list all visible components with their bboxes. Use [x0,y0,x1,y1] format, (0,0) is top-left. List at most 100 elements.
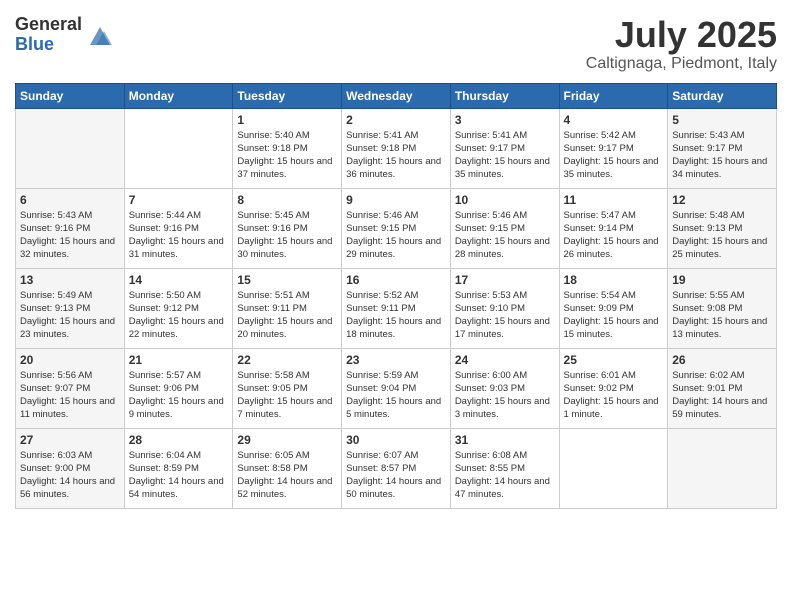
calendar-week-row: 27Sunrise: 6:03 AM Sunset: 9:00 PM Dayli… [16,428,777,508]
day-info: Sunrise: 5:52 AM Sunset: 9:11 PM Dayligh… [346,289,446,342]
day-info: Sunrise: 5:48 AM Sunset: 9:13 PM Dayligh… [672,209,772,262]
page-header: General Blue July 2025 Caltignaga, Piedm… [15,15,777,73]
day-number: 21 [129,353,229,367]
calendar-cell: 6Sunrise: 5:43 AM Sunset: 9:16 PM Daylig… [16,188,125,268]
calendar-cell: 22Sunrise: 5:58 AM Sunset: 9:05 PM Dayli… [233,348,342,428]
day-info: Sunrise: 5:45 AM Sunset: 9:16 PM Dayligh… [237,209,337,262]
day-number: 10 [455,193,555,207]
day-number: 28 [129,433,229,447]
day-number: 20 [20,353,120,367]
day-info: Sunrise: 5:41 AM Sunset: 9:17 PM Dayligh… [455,129,555,182]
logo-icon [86,21,114,49]
calendar-cell: 7Sunrise: 5:44 AM Sunset: 9:16 PM Daylig… [124,188,233,268]
day-info: Sunrise: 5:43 AM Sunset: 9:17 PM Dayligh… [672,129,772,182]
day-info: Sunrise: 6:00 AM Sunset: 9:03 PM Dayligh… [455,369,555,422]
logo: General Blue [15,15,114,55]
calendar-cell: 10 Sunrise: 5:46 AM Sunset: 9:15 PM Dayli… [450,188,559,268]
day-info: Sunrise: 5:41 AM Sunset: 9:18 PM Dayligh… [346,129,446,182]
day-info: Sunrise: 6:05 AM Sunset: 8:58 PM Dayligh… [237,449,337,502]
location-subtitle: Caltignaga, Piedmont, Italy [586,55,777,73]
day-number: 29 [237,433,337,447]
calendar-week-row: 13 Sunrise: 5:49 AM Sunset: 9:13 PM Dayli… [16,268,777,348]
calendar-cell: 15 Sunrise: 5:51 AM Sunset: 9:11 PM Dayli… [233,268,342,348]
day-info: Sunrise: 5:46 AM Sunset: 9:15 PM Dayligh… [455,209,555,262]
calendar-cell: 28Sunrise: 6:04 AM Sunset: 8:59 PM Dayli… [124,428,233,508]
day-number: 6 [20,193,120,207]
calendar-cell: 25Sunrise: 6:01 AM Sunset: 9:02 PM Dayli… [559,348,668,428]
month-year-title: July 2025 [586,15,777,55]
day-number: 2 [346,113,446,127]
day-info: Sunrise: 5:59 AM Sunset: 9:04 PM Dayligh… [346,369,446,422]
day-info: Sunrise: 5:47 AM Sunset: 9:14 PM Dayligh… [564,209,664,262]
day-number: 22 [237,353,337,367]
calendar-cell: 2 Sunrise: 5:41 AM Sunset: 9:18 PM Daylig… [342,108,451,188]
calendar-cell: 16Sunrise: 5:52 AM Sunset: 9:11 PM Dayli… [342,268,451,348]
calendar-cell: 21 Sunrise: 5:57 AM Sunset: 9:06 PM Dayli… [124,348,233,428]
weekday-header: Thursday [450,83,559,108]
calendar-cell: 17 Sunrise: 5:53 AM Sunset: 9:10 PM Dayli… [450,268,559,348]
calendar-cell: 1 Sunrise: 5:40 AM Sunset: 9:18 PM Daylig… [233,108,342,188]
day-number: 9 [346,193,446,207]
calendar-cell: 3 Sunrise: 5:41 AM Sunset: 9:17 PM Daylig… [450,108,559,188]
day-info: Sunrise: 5:56 AM Sunset: 9:07 PM Dayligh… [20,369,120,422]
calendar-cell: 4 Sunrise: 5:42 AM Sunset: 9:17 PM Daylig… [559,108,668,188]
calendar-cell: 11 Sunrise: 5:47 AM Sunset: 9:14 PM Dayli… [559,188,668,268]
weekday-header: Wednesday [342,83,451,108]
day-number: 31 [455,433,555,447]
day-number: 13 [20,273,120,287]
calendar-cell: 24 Sunrise: 6:00 AM Sunset: 9:03 PM Dayli… [450,348,559,428]
calendar-cell: 18Sunrise: 5:54 AM Sunset: 9:09 PM Dayli… [559,268,668,348]
calendar-week-row: 20 Sunrise: 5:56 AM Sunset: 9:07 PM Dayli… [16,348,777,428]
day-number: 17 [455,273,555,287]
calendar-cell: 20 Sunrise: 5:56 AM Sunset: 9:07 PM Dayli… [16,348,125,428]
calendar-cell [124,108,233,188]
day-number: 3 [455,113,555,127]
day-info: Sunrise: 5:54 AM Sunset: 9:09 PM Dayligh… [564,289,664,342]
day-info: Sunrise: 6:02 AM Sunset: 9:01 PM Dayligh… [672,369,772,422]
logo-general-text: General [15,15,82,35]
day-info: Sunrise: 5:40 AM Sunset: 9:18 PM Dayligh… [237,129,337,182]
title-block: July 2025 Caltignaga, Piedmont, Italy [586,15,777,73]
calendar-cell: 19 Sunrise: 5:55 AM Sunset: 9:08 PM Dayli… [668,268,777,348]
calendar-cell: 8 Sunrise: 5:45 AM Sunset: 9:16 PM Daylig… [233,188,342,268]
weekday-header: Tuesday [233,83,342,108]
day-info: Sunrise: 5:57 AM Sunset: 9:06 PM Dayligh… [129,369,229,422]
calendar-cell: 31Sunrise: 6:08 AM Sunset: 8:55 PM Dayli… [450,428,559,508]
day-number: 12 [672,193,772,207]
day-number: 14 [129,273,229,287]
calendar-cell: 29 Sunrise: 6:05 AM Sunset: 8:58 PM Dayli… [233,428,342,508]
calendar-cell [559,428,668,508]
day-info: Sunrise: 5:53 AM Sunset: 9:10 PM Dayligh… [455,289,555,342]
day-number: 11 [564,193,664,207]
day-number: 23 [346,353,446,367]
day-info: Sunrise: 5:49 AM Sunset: 9:13 PM Dayligh… [20,289,120,342]
calendar-week-row: 6Sunrise: 5:43 AM Sunset: 9:16 PM Daylig… [16,188,777,268]
day-number: 4 [564,113,664,127]
day-info: Sunrise: 6:01 AM Sunset: 9:02 PM Dayligh… [564,369,664,422]
calendar-body: 1 Sunrise: 5:40 AM Sunset: 9:18 PM Daylig… [16,108,777,508]
weekday-header: Sunday [16,83,125,108]
day-number: 1 [237,113,337,127]
day-number: 19 [672,273,772,287]
calendar-week-row: 1 Sunrise: 5:40 AM Sunset: 9:18 PM Daylig… [16,108,777,188]
day-info: Sunrise: 6:03 AM Sunset: 9:00 PM Dayligh… [20,449,120,502]
day-info: Sunrise: 5:42 AM Sunset: 9:17 PM Dayligh… [564,129,664,182]
day-number: 8 [237,193,337,207]
day-info: Sunrise: 5:51 AM Sunset: 9:11 PM Dayligh… [237,289,337,342]
day-number: 5 [672,113,772,127]
day-info: Sunrise: 5:55 AM Sunset: 9:08 PM Dayligh… [672,289,772,342]
weekday-header: Friday [559,83,668,108]
day-number: 24 [455,353,555,367]
day-number: 15 [237,273,337,287]
logo-blue-text: Blue [15,35,82,55]
calendar-cell: 9Sunrise: 5:46 AM Sunset: 9:15 PM Daylig… [342,188,451,268]
weekday-header: Monday [124,83,233,108]
calendar-table: SundayMondayTuesdayWednesdayThursdayFrid… [15,83,777,509]
weekday-header: Saturday [668,83,777,108]
day-info: Sunrise: 5:50 AM Sunset: 9:12 PM Dayligh… [129,289,229,342]
day-number: 30 [346,433,446,447]
calendar-cell: 27Sunrise: 6:03 AM Sunset: 9:00 PM Dayli… [16,428,125,508]
calendar-cell: 14 Sunrise: 5:50 AM Sunset: 9:12 PM Dayli… [124,268,233,348]
calendar-cell: 12 Sunrise: 5:48 AM Sunset: 9:13 PM Dayli… [668,188,777,268]
calendar-cell: 30Sunrise: 6:07 AM Sunset: 8:57 PM Dayli… [342,428,451,508]
